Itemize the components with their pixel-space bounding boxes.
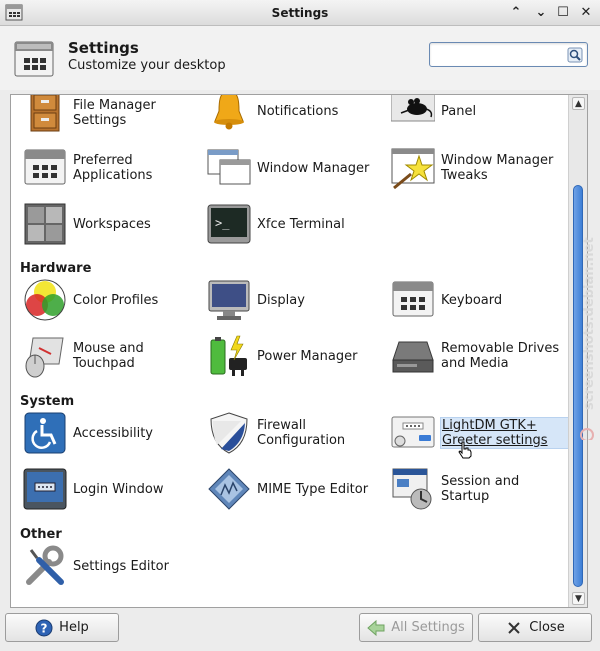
mime-diamond-icon	[208, 468, 250, 510]
item-label: Notifications	[257, 103, 339, 119]
lightdm-greeter-icon	[391, 416, 435, 448]
watermark: screenshots.debian.net	[580, 237, 597, 440]
item-label: File Manager Settings	[73, 98, 156, 128]
hand-cursor-icon	[458, 441, 472, 459]
item-window-manager[interactable]: Window Manager	[207, 143, 387, 193]
item-label: Color Profiles	[73, 292, 159, 308]
maximize-icon[interactable]: ☐	[554, 4, 572, 22]
item-label: Display	[257, 292, 305, 308]
all-settings-button[interactable]: All Settings	[359, 613, 473, 642]
settings-header-icon	[14, 41, 54, 77]
panel-mouse-icon	[391, 95, 435, 122]
item-label: Settings Editor	[73, 558, 169, 574]
svg-text:>_: >_	[215, 216, 230, 230]
item-label: Accessibility	[73, 425, 153, 441]
item-label: Session and Startup	[441, 474, 520, 504]
watermark-text: screenshots.debian.net	[582, 237, 597, 410]
search-box	[429, 42, 588, 67]
page-title: Settings	[68, 39, 139, 57]
back-arrow-icon	[367, 619, 385, 636]
monitor-icon	[208, 280, 250, 320]
item-workspaces[interactable]: Workspaces	[23, 199, 203, 249]
scroll-down-icon[interactable]: ▼	[572, 592, 585, 605]
workspaces-icon	[24, 203, 66, 245]
help-button[interactable]: ? Help	[5, 613, 119, 642]
item-color-profiles[interactable]: Color Profiles	[23, 275, 203, 325]
section-hardware: Hardware	[20, 261, 92, 276]
accessibility-icon	[24, 412, 66, 454]
mouse-touchpad-icon	[25, 337, 64, 378]
color-profiles-icon	[24, 279, 66, 321]
wrench-screwdriver-icon	[26, 545, 64, 585]
shield-icon	[210, 412, 248, 454]
bell-icon	[214, 95, 244, 130]
item-power-manager[interactable]: Power Manager	[207, 331, 387, 381]
keyboard-icon	[392, 281, 434, 317]
preferred-apps-icon	[24, 149, 66, 185]
search-clear-icon[interactable]	[567, 47, 583, 63]
wm-tweaks-star-icon	[391, 148, 435, 190]
item-mouse-touchpad[interactable]: Mouse and Touchpad	[23, 331, 203, 381]
section-system: System	[20, 394, 75, 409]
item-label: Workspaces	[73, 216, 151, 232]
battery-plug-icon	[210, 335, 247, 376]
item-accessibility[interactable]: Accessibility	[23, 408, 203, 458]
item-firewall[interactable]: Firewall Configuration	[207, 408, 387, 458]
item-settings-editor[interactable]: Settings Editor	[23, 541, 203, 591]
drive-icon	[392, 341, 434, 373]
item-label: Window Manager Tweaks	[441, 153, 554, 183]
item-label: Firewall Configuration	[257, 418, 346, 448]
item-mime-type-editor[interactable]: MIME Type Editor	[207, 464, 387, 514]
scroll-up-icon[interactable]: ▲	[572, 97, 585, 110]
item-label: Xfce Terminal	[257, 216, 345, 232]
item-label: Mouse and Touchpad	[73, 341, 144, 371]
item-session-startup[interactable]: Session and Startup	[391, 464, 571, 514]
item-label: Removable Drives and Media	[441, 341, 560, 371]
item-label: Preferred Applications	[73, 153, 153, 183]
item-panel[interactable]: Panel	[391, 95, 571, 136]
close-label: Close	[529, 620, 565, 635]
search-input[interactable]	[434, 44, 566, 66]
help-label: Help	[59, 620, 89, 635]
close-icon	[508, 621, 520, 634]
item-notifications[interactable]: Notifications	[207, 95, 387, 136]
settings-grid: File Manager Settings Notifications Pane…	[10, 94, 588, 608]
session-startup-icon	[392, 468, 432, 510]
header: Settings Customize your desktop	[0, 26, 600, 90]
close-window-icon[interactable]: ✕	[577, 4, 595, 22]
minimize-icon[interactable]: ⌄	[532, 4, 550, 22]
title-bar: Settings ⌃ ⌄ ☐ ✕	[0, 0, 600, 26]
shade-up-icon[interactable]: ⌃	[507, 4, 525, 22]
login-window-icon	[23, 468, 67, 510]
item-lightdm-greeter[interactable]: LightDM GTK+ Greeter settings	[391, 408, 582, 458]
item-label: MIME Type Editor	[257, 481, 369, 497]
windows-icon	[207, 149, 251, 185]
item-removable-drives[interactable]: Removable Drives and Media	[391, 331, 571, 381]
item-label: Window Manager	[257, 160, 370, 176]
item-preferred-applications[interactable]: Preferred Applications	[23, 143, 203, 193]
item-label: Panel	[441, 103, 477, 119]
terminal-icon: >_	[207, 204, 251, 244]
page-subtitle: Customize your desktop	[68, 58, 226, 73]
all-settings-label: All Settings	[391, 620, 465, 635]
item-label: Power Manager	[257, 348, 358, 364]
item-keyboard[interactable]: Keyboard	[391, 275, 571, 325]
item-label: Keyboard	[441, 292, 503, 308]
section-other: Other	[20, 527, 62, 542]
file-cabinet-icon	[30, 95, 60, 132]
svg-text:?: ?	[41, 621, 48, 635]
close-button[interactable]: Close	[478, 613, 592, 642]
item-display[interactable]: Display	[207, 275, 387, 325]
item-login-window[interactable]: Login Window	[23, 464, 203, 514]
footer: ? Help All Settings Close	[0, 608, 600, 651]
item-label: Login Window	[73, 481, 164, 497]
help-icon: ?	[35, 619, 53, 636]
item-window-manager-tweaks[interactable]: Window Manager Tweaks	[391, 143, 571, 193]
item-file-manager[interactable]: File Manager Settings	[23, 95, 203, 138]
item-xfce-terminal[interactable]: >_ Xfce Terminal	[207, 199, 387, 249]
